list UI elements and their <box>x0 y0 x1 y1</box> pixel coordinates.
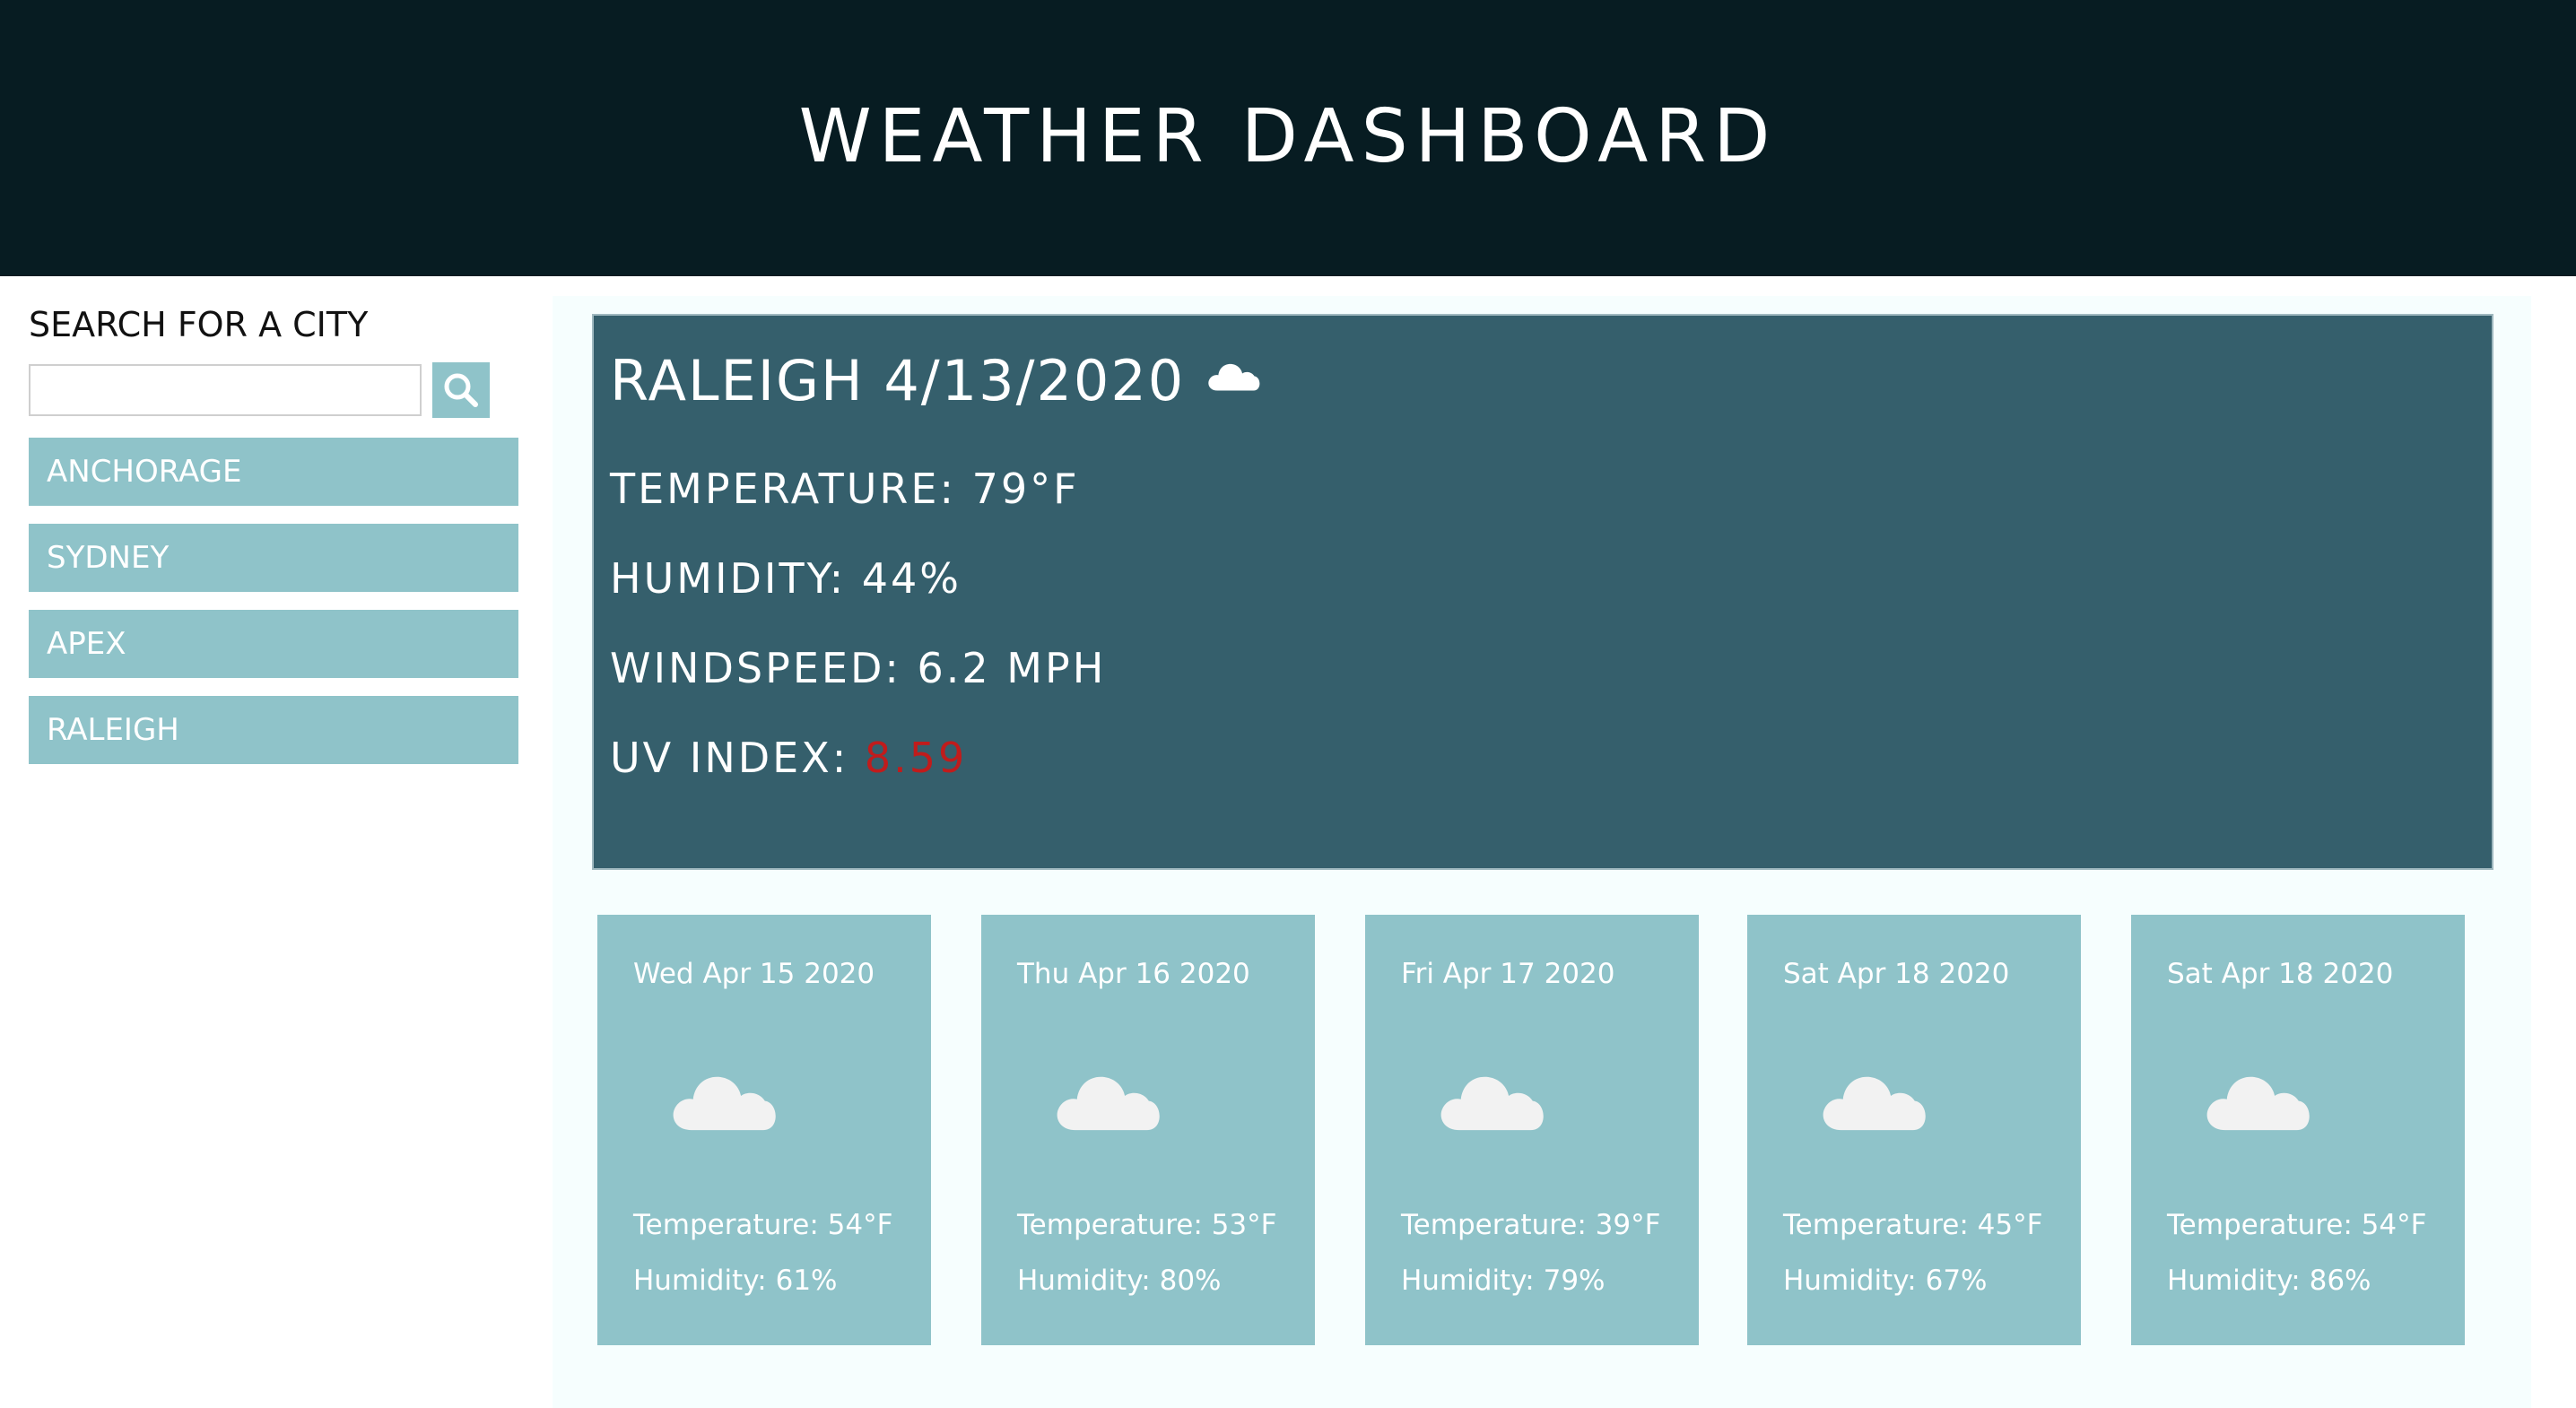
cloud-icon <box>1206 341 1262 406</box>
city-button-sydney[interactable]: SYDNEY <box>29 524 518 592</box>
cloud-icon <box>669 1058 780 1135</box>
sidebar: SEARCH FOR A CITY ANCHORAGE SYDNEY APEX … <box>29 305 520 782</box>
forecast-humidity: Humidity: 86% <box>2167 1265 2371 1297</box>
current-weather-card: RALEIGH 4/13/2020 TEMPERATURE: 79°F HUMI… <box>592 314 2493 870</box>
forecast-card: Thu Apr 16 2020 Temperature: 53°F Humidi… <box>981 915 1315 1345</box>
forecast-temperature: Temperature: 39°F <box>1401 1209 1661 1241</box>
search-row <box>29 361 520 420</box>
search-label: SEARCH FOR A CITY <box>29 305 369 344</box>
forecast-date: Sat Apr 18 2020 <box>1783 958 2010 990</box>
forecast-temperature: Temperature: 54°F <box>2167 1209 2427 1241</box>
forecast-date: Sat Apr 18 2020 <box>2167 958 2394 990</box>
uv-value: 8.59 <box>864 734 968 782</box>
search-button[interactable] <box>432 362 490 418</box>
forecast-humidity: Humidity: 79% <box>1401 1265 1606 1297</box>
search-icon <box>444 373 478 407</box>
uv-label: UV INDEX: <box>610 734 865 782</box>
forecast-humidity: Humidity: 80% <box>1017 1265 1222 1297</box>
forecast-humidity: Humidity: 67% <box>1783 1265 1988 1297</box>
forecast-date: Wed Apr 15 2020 <box>633 958 875 990</box>
current-humidity: HUMIDITY: 44% <box>610 554 962 603</box>
forecast-card: Wed Apr 15 2020 Temperature: 54°F Humidi… <box>597 915 931 1345</box>
main-panel: RALEIGH 4/13/2020 TEMPERATURE: 79°F HUMI… <box>553 296 2531 1408</box>
forecast-temperature: Temperature: 45°F <box>1783 1209 2043 1241</box>
current-city-date: RALEIGH 4/13/2020 <box>610 348 1186 413</box>
forecast-humidity: Humidity: 61% <box>633 1265 838 1297</box>
forecast-row: Wed Apr 15 2020 Temperature: 54°F Humidi… <box>597 915 2490 1345</box>
forecast-temperature: Temperature: 54°F <box>633 1209 893 1241</box>
page-title: WEATHER DASHBOARD <box>798 93 1778 179</box>
page-header: WEATHER DASHBOARD <box>0 0 2576 276</box>
cloud-icon <box>1053 1058 1164 1135</box>
current-city-date-row: RALEIGH 4/13/2020 <box>610 348 1262 413</box>
cloud-icon <box>1819 1058 1930 1135</box>
forecast-card: Fri Apr 17 2020 Temperature: 39°F Humidi… <box>1365 915 1699 1345</box>
city-button-anchorage[interactable]: ANCHORAGE <box>29 438 518 506</box>
current-uv-row: UV INDEX: 8.59 <box>610 734 967 782</box>
forecast-date: Thu Apr 16 2020 <box>1017 958 1250 990</box>
search-input[interactable] <box>29 364 422 416</box>
city-button-apex[interactable]: APEX <box>29 610 518 678</box>
city-history-list: ANCHORAGE SYDNEY APEX RALEIGH <box>29 438 520 764</box>
current-temperature: TEMPERATURE: 79°F <box>610 465 1080 513</box>
forecast-date: Fri Apr 17 2020 <box>1401 958 1615 990</box>
cloud-icon <box>1437 1058 1548 1135</box>
forecast-card: Sat Apr 18 2020 Temperature: 54°F Humidi… <box>2131 915 2465 1345</box>
forecast-card: Sat Apr 18 2020 Temperature: 45°F Humidi… <box>1747 915 2081 1345</box>
forecast-temperature: Temperature: 53°F <box>1017 1209 1277 1241</box>
cloud-icon <box>2203 1058 2314 1135</box>
city-button-raleigh[interactable]: RALEIGH <box>29 696 518 764</box>
current-windspeed: WINDSPEED: 6.2 MPH <box>610 644 1107 692</box>
